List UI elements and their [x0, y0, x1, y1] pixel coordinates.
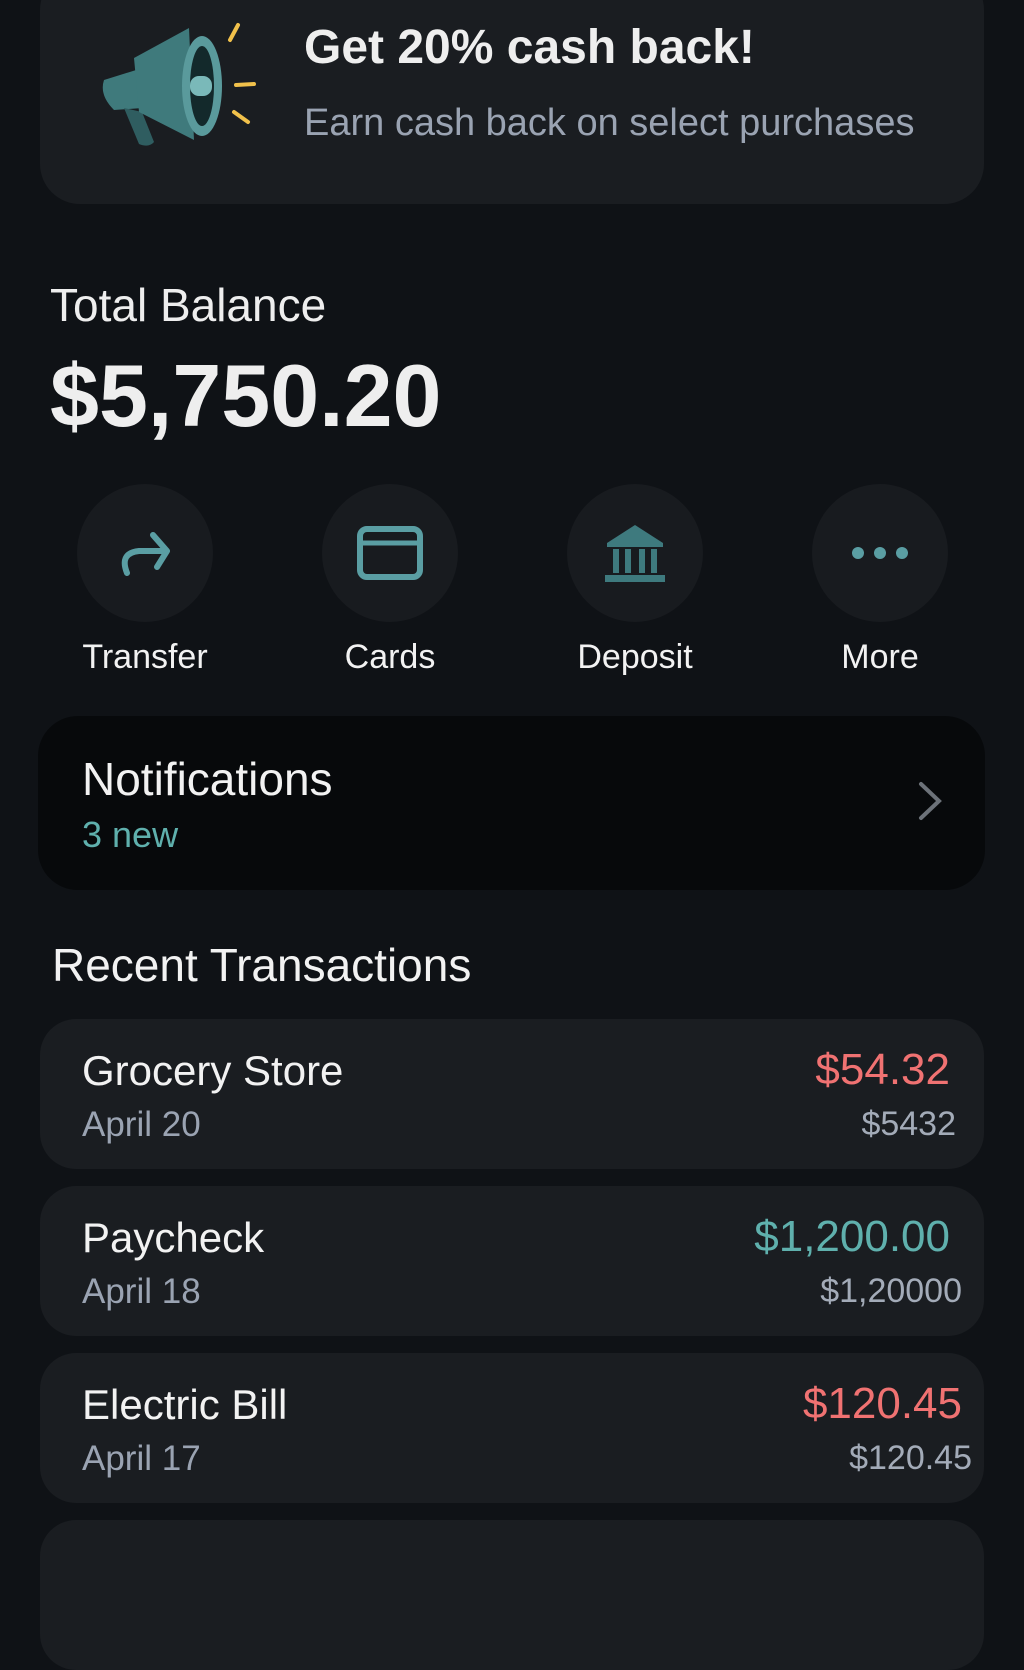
transaction-row[interactable]: Paycheck April 18 $1,200.00 $1,20000 [40, 1186, 984, 1336]
cards-label: Cards [344, 638, 436, 676]
transaction-subamount: $120.45 [849, 1439, 972, 1477]
transaction-subamount: $1,20000 [820, 1272, 962, 1310]
transaction-amount: $120.45 [802, 1379, 962, 1428]
transaction-row[interactable]: Electric Bill April 17 $120.45 $120.45 [40, 1353, 984, 1503]
transaction-amount: $1,200.00 [754, 1212, 950, 1261]
bank-icon [605, 525, 665, 582]
more-label: More [841, 638, 919, 676]
share-arrow-icon [121, 532, 170, 576]
card-icon [357, 526, 423, 580]
promo-banner[interactable]: Get 20% cash back! Earn cash back on sel… [40, 0, 984, 204]
balance-label: Total Balance [50, 279, 327, 331]
transfer-label: Transfer [82, 638, 208, 676]
transaction-date: April 17 [82, 1439, 201, 1478]
notifications-card[interactable]: Notifications 3 new [38, 716, 985, 890]
transaction-date: April 18 [82, 1272, 201, 1311]
notifications-title: Notifications [82, 753, 333, 805]
deposit-button[interactable]: Deposit [535, 484, 735, 677]
more-button[interactable]: More [780, 484, 980, 677]
transaction-name: Electric Bill [82, 1381, 288, 1428]
transaction-subamount: $5432 [861, 1105, 956, 1143]
more-dots-icon [852, 547, 908, 559]
transaction-row-partial[interactable] [40, 1520, 984, 1670]
chevron-right-icon [919, 782, 942, 820]
transaction-name: Paycheck [82, 1214, 265, 1261]
transaction-row[interactable]: Grocery Store April 20 $54.32 $5432 [40, 1019, 984, 1169]
promo-title: Get 20% cash back! [304, 21, 755, 74]
transaction-name: Grocery Store [82, 1047, 344, 1094]
balance-value: $5,750.20 [50, 346, 442, 445]
cards-button[interactable]: Cards [290, 484, 490, 677]
deposit-label: Deposit [577, 638, 693, 676]
recent-transactions-title: Recent Transactions [52, 939, 472, 991]
transaction-date: April 20 [82, 1105, 201, 1144]
notifications-count: 3 new [82, 814, 179, 855]
transfer-button[interactable]: Transfer [45, 484, 245, 677]
megaphone-icon [102, 23, 256, 146]
promo-subtitle: Earn cash back on select purchases [304, 102, 915, 144]
transaction-amount: $54.32 [815, 1045, 950, 1094]
